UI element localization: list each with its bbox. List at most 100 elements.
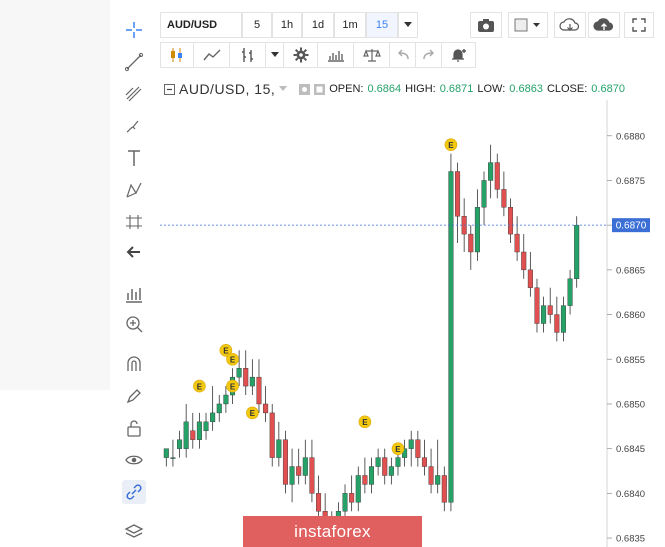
interval-15-button[interactable]: 15 <box>366 12 398 38</box>
left-panel <box>0 0 110 390</box>
candle <box>190 412 196 449</box>
candle <box>289 448 295 503</box>
pattern-icon[interactable] <box>122 178 146 202</box>
redo-button[interactable] <box>416 42 442 68</box>
zoom-in-icon[interactable] <box>122 312 146 336</box>
earnings-event-marker[interactable]: E <box>358 415 372 429</box>
earnings-event-marker[interactable]: E <box>193 379 206 393</box>
interval-1h-button[interactable]: 1h <box>272 12 302 38</box>
candle <box>223 386 229 413</box>
symbol-input[interactable]: AUD/USD <box>160 12 242 38</box>
cloud-upload-button[interactable] <box>588 12 620 38</box>
candle <box>368 457 375 494</box>
indicators-icon[interactable] <box>122 282 146 306</box>
compare-button[interactable] <box>354 42 390 68</box>
candle <box>441 466 447 512</box>
text-tool-icon[interactable] <box>122 146 146 170</box>
candle <box>488 144 494 199</box>
arrow-left-icon[interactable] <box>122 240 146 264</box>
interval-1d-button[interactable]: 1d <box>302 12 334 38</box>
camera-icon <box>478 18 494 32</box>
color-picker-icon <box>514 18 540 32</box>
interval-5-button[interactable]: 5 <box>242 12 272 38</box>
earnings-event-marker[interactable]: E <box>444 138 458 152</box>
cloud-download-icon <box>559 18 580 31</box>
candle <box>349 475 355 512</box>
earnings-event-marker[interactable]: E <box>391 442 405 455</box>
earnings-event-marker[interactable]: E <box>226 379 239 393</box>
price-axis[interactable]: 0.6880 0.6875 0.6870 0.6865 0.6860 0.6855 0.68… <box>607 131 645 545</box>
last-price-value: 0.6870 <box>616 221 647 232</box>
price-tick-label: 0.6855 <box>616 355 645 366</box>
candle <box>249 359 255 396</box>
low-label: LOW: <box>477 83 506 95</box>
bar-chart-button[interactable] <box>230 42 266 68</box>
compare-icon <box>362 49 381 62</box>
high-label: HIGH: <box>405 83 436 95</box>
measure-icon[interactable] <box>122 210 146 234</box>
chevron-down-icon <box>270 52 279 57</box>
link-icon[interactable] <box>122 480 146 504</box>
trend-line-icon[interactable] <box>122 50 146 74</box>
open-value: 0.6864 <box>367 83 402 95</box>
screenshot-button[interactable] <box>470 12 502 38</box>
candle <box>170 439 176 467</box>
legend-hide-icon[interactable] <box>314 83 326 95</box>
candle <box>263 386 269 422</box>
interval-dropdown[interactable] <box>398 12 418 38</box>
candle <box>574 216 580 288</box>
chevron-down-icon[interactable] <box>279 86 288 92</box>
candle <box>468 225 474 270</box>
collapse-legend-icon[interactable] <box>164 83 175 95</box>
cloud-download-button[interactable] <box>554 12 586 38</box>
price-tick-label: 0.6850 <box>616 399 645 410</box>
earnings-event-marker[interactable]: E <box>226 352 239 366</box>
candle <box>342 484 348 521</box>
candle <box>415 430 421 467</box>
candle <box>560 296 566 342</box>
candle <box>196 412 202 449</box>
layers-icon[interactable] <box>122 520 146 544</box>
close-label: CLOSE: <box>546 83 588 95</box>
interval-1m-button[interactable]: 1m <box>334 12 366 38</box>
settings-button[interactable] <box>284 42 318 68</box>
alert-icon <box>451 49 466 62</box>
last-price-badge: 0.6870 <box>612 218 650 233</box>
eye-icon[interactable] <box>122 448 146 472</box>
price-chart[interactable]: EEEEEEEE 0.68800.68750.68700.68650.68600… <box>160 100 665 547</box>
color-picker-button[interactable] <box>508 12 548 38</box>
legend-settings-icon[interactable] <box>299 83 311 95</box>
candle <box>514 216 520 261</box>
candles-button[interactable] <box>160 42 194 68</box>
price-tick-label: 0.6860 <box>616 310 645 321</box>
pencil-lock-icon[interactable] <box>122 384 146 408</box>
fullscreen-icon <box>632 18 646 32</box>
indicators-button[interactable] <box>318 42 354 68</box>
drawing-toolbar <box>114 0 154 547</box>
chart-type-dropdown[interactable] <box>266 42 284 68</box>
price-tick-label: 0.6835 <box>616 534 645 545</box>
fullscreen-button[interactable] <box>624 12 654 38</box>
candle <box>296 448 302 485</box>
undo-icon <box>397 49 409 60</box>
line-chart-button[interactable] <box>194 42 230 68</box>
candle <box>541 296 547 333</box>
line-chart-icon <box>202 49 220 61</box>
fib-retracement-icon[interactable] <box>122 82 146 106</box>
price-tick-label: 0.6880 <box>616 131 645 142</box>
candle <box>435 439 441 494</box>
undo-button[interactable] <box>390 42 416 68</box>
crosshair-icon[interactable] <box>122 18 146 42</box>
candle <box>567 269 573 315</box>
earnings-event-marker[interactable]: E <box>246 406 259 420</box>
candle <box>276 421 282 467</box>
magnet-icon[interactable] <box>122 352 146 376</box>
lock-icon[interactable] <box>122 416 146 440</box>
svg-text:E: E <box>448 141 454 150</box>
candle <box>428 448 434 494</box>
candle <box>448 153 454 512</box>
brush-icon[interactable] <box>122 114 146 138</box>
svg-text:E: E <box>230 355 236 364</box>
candle <box>210 386 216 431</box>
alert-button[interactable] <box>442 42 476 68</box>
